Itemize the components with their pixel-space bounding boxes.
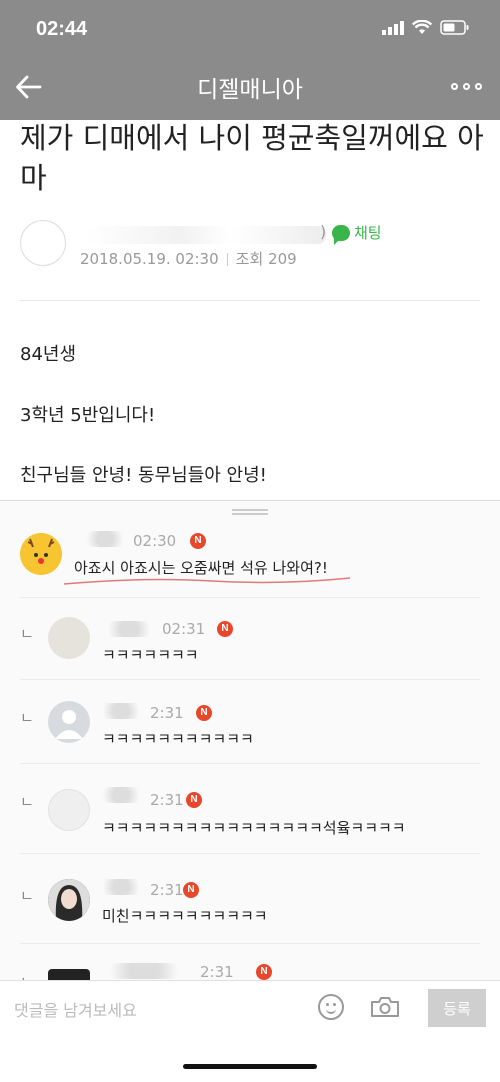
nickname-blurred — [96, 963, 192, 979]
comment-input-bar: 댓글을 남겨보세요 등록 — [0, 980, 500, 1035]
new-badge: N — [183, 882, 199, 898]
drag-handle[interactable] — [232, 509, 268, 515]
page-title: 디젤매니아 — [197, 77, 303, 103]
chat-button[interactable]: 채팅 — [332, 222, 382, 245]
author-name-blurred — [86, 226, 326, 244]
default-user-icon — [55, 710, 83, 739]
more-options-icon[interactable] — [451, 83, 482, 90]
author-avatar[interactable] — [20, 220, 66, 266]
signal-icon — [382, 20, 404, 35]
chat-bubble-icon — [332, 224, 350, 245]
reply-mark: ㄴ — [20, 887, 34, 905]
reply-mark: ㄴ — [20, 625, 34, 643]
new-badge: N — [190, 533, 206, 549]
submit-button[interactable]: 등록 — [428, 989, 486, 1027]
profile-photo-icon — [48, 879, 90, 921]
reply-mark: ㄴ — [20, 793, 34, 811]
author-paren: ) — [320, 222, 327, 241]
new-badge: N — [186, 792, 202, 808]
comments-panel[interactable]: 02:30 N 아죠시 아죠시는 오줌싸면 석유 나와여?! ㄴ 02:31 N… — [0, 500, 500, 981]
avatar[interactable] — [48, 617, 90, 659]
comment-divider — [20, 679, 480, 680]
battery-icon — [440, 20, 469, 35]
underline-scribble — [63, 577, 351, 585]
nickname-blurred — [96, 703, 146, 719]
comment-time: 2:31 — [150, 881, 184, 899]
reindeer-avatar-icon — [20, 533, 62, 575]
avatar[interactable] — [48, 789, 90, 831]
comment-time: 2:31 — [200, 963, 234, 981]
comment-text: ㅋㅋㅋㅋㅋㅋㅋㅋㅋㅋㅋㅋㅋㅋㅋㅋ석윸ㅋㅋㅋㅋ — [102, 819, 406, 837]
comment-time: 2:31 — [150, 791, 184, 809]
comment-time: 02:30 — [133, 532, 177, 550]
avatar[interactable] — [48, 701, 90, 743]
nickname-blurred — [96, 879, 146, 895]
comment-input[interactable]: 댓글을 남겨보세요 — [14, 997, 137, 1021]
comment-text: ㅋㅋㅋㅋㅋㅋㅋㅋㅋㅋㅋ — [102, 730, 254, 748]
new-badge: N — [256, 964, 272, 980]
home-indicator — [183, 1064, 317, 1069]
post-views: 조회 209 — [235, 250, 297, 268]
header-divider — [20, 300, 480, 301]
post-body-line: 3학년 5반입니다! — [20, 405, 156, 426]
comment-text: 미친ㅋㅋㅋㅋㅋㅋㅋㅋㅋㅋ — [102, 907, 268, 925]
comment-text: ㅋㅋㅋㅋㅋㅋㅋ — [102, 646, 199, 664]
avatar[interactable] — [20, 533, 62, 575]
author-info: ) 채팅 2018.05.19. 02:30 조회 209 — [20, 220, 480, 270]
top-bar: 02:44 디젤매니아 — [0, 0, 500, 120]
comment-time: 02:31 — [162, 620, 206, 638]
comment-divider — [20, 853, 480, 854]
chat-label: 채팅 — [354, 224, 382, 242]
status-time: 02:44 — [36, 18, 88, 40]
post-body-line: 84년생 — [20, 344, 77, 365]
comment-time: 2:31 — [150, 704, 184, 722]
post-date: 2018.05.19. 02:30 — [80, 250, 219, 268]
post-title: 제가 디매에서 나이 평균축일꺼에요 아마 — [20, 121, 484, 195]
nickname-blurred — [96, 787, 146, 803]
new-badge: N — [196, 705, 212, 721]
reply-mark: ㄴ — [20, 709, 34, 727]
comment-divider — [20, 763, 480, 764]
emoji-icon[interactable] — [318, 994, 344, 1020]
comment-divider — [20, 597, 480, 598]
status-icons — [382, 20, 470, 35]
comment-divider — [20, 943, 480, 944]
nickname-blurred — [80, 531, 130, 547]
post-body-line: 친구님들 안녕! 동무님들아 안녕! — [20, 465, 267, 486]
nickname-blurred — [100, 621, 158, 637]
camera-icon[interactable] — [370, 996, 400, 1018]
avatar[interactable] — [48, 879, 90, 921]
new-badge: N — [217, 621, 233, 637]
post-meta: 2018.05.19. 02:30 조회 209 — [80, 248, 297, 269]
wifi-icon — [412, 20, 432, 34]
